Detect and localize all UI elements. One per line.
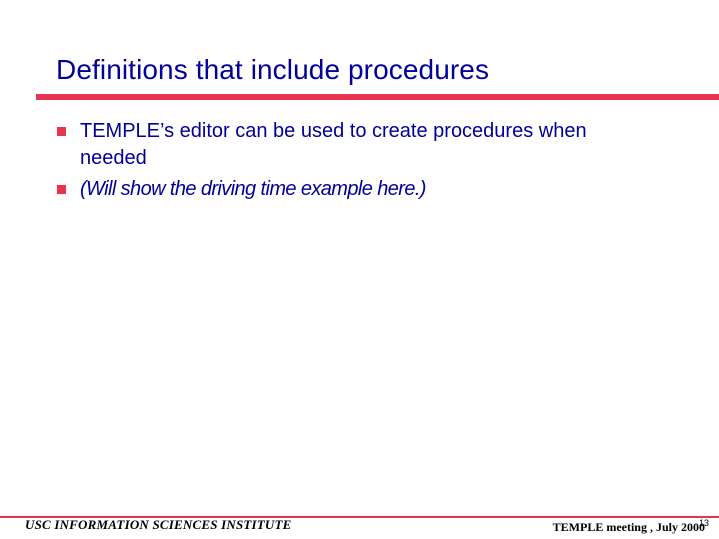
footer-institute: USC INFORMATION SCIENCES INSTITUTE [25, 517, 292, 532]
page-number: 13 [698, 518, 709, 528]
footer-meeting: TEMPLE meeting , July 2000 [552, 520, 705, 534]
square-bullet-icon [57, 127, 66, 136]
square-bullet-icon [57, 185, 66, 194]
bullet-item: TEMPLE’s editor can be used to create pr… [56, 118, 656, 172]
slide-title: Definitions that include procedures [56, 54, 490, 85]
title-underline-rule [36, 94, 719, 100]
bullet-item: (Will show the driving time example here… [56, 176, 656, 203]
bullet-text: TEMPLE’s editor can be used to create pr… [80, 120, 587, 169]
bullet-text: (Will show the driving time example here… [80, 178, 426, 200]
bullet-list: TEMPLE’s editor can be used to create pr… [56, 118, 656, 203]
